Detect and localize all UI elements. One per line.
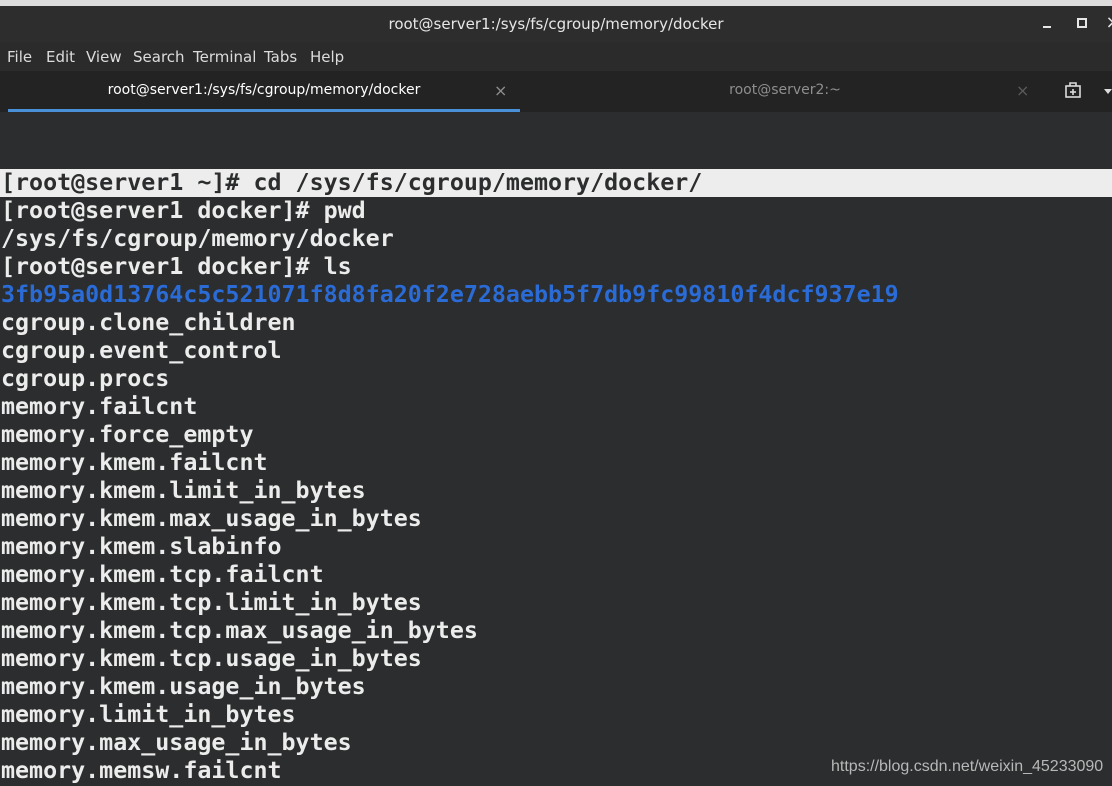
tab-bar: root@server1:/sys/fs/cgroup/memory/docke… (0, 71, 1112, 112)
title-bar[interactable]: root@server1:/sys/fs/cgroup/memory/docke… (0, 6, 1112, 42)
terminal-line: memory.kmem.tcp.failcnt (1, 561, 324, 588)
terminal-line: [root@server1 docker]# pwd (1, 197, 366, 224)
terminal-line: /sys/fs/cgroup/memory/docker (1, 225, 394, 252)
watermark: https://blog.csdn.net/weixin_45233090 (831, 758, 1104, 775)
terminal-line: memory.kmem.usage_in_bytes (1, 673, 366, 700)
terminal-output[interactable]: [root@server1 ~]# cd /sys/fs/cgroup/memo… (0, 169, 1112, 786)
terminal-line-directory: 3fb95a0d13764c5c521071f8d8fa20f2e728aebb… (1, 281, 899, 308)
terminal-line: cgroup.event_control (1, 337, 282, 364)
terminal-line: memory.limit_in_bytes (1, 701, 296, 728)
terminal-line: memory.kmem.limit_in_bytes (1, 477, 366, 504)
close-window-button[interactable]: × (1100, 10, 1112, 36)
menu-search[interactable]: Search (133, 48, 185, 66)
terminal-line: memory.kmem.tcp.max_usage_in_bytes (1, 617, 478, 644)
terminal-line: cgroup.clone_children (1, 309, 296, 336)
terminal-line: memory.failcnt (1, 393, 198, 420)
terminal-line: memory.memsw.failcnt (1, 757, 282, 784)
tab-label: root@server2:~ (729, 82, 841, 98)
window-title: root@server1:/sys/fs/cgroup/memory/docke… (388, 15, 724, 33)
terminal-padding (0, 112, 1112, 169)
menu-tabs[interactable]: Tabs (264, 48, 297, 66)
menu-terminal[interactable]: Terminal (193, 48, 256, 66)
tab-server2[interactable]: root@server2:~ × (520, 71, 1050, 112)
terminal-line: memory.kmem.failcnt (1, 449, 268, 476)
terminal-line: memory.max_usage_in_bytes (1, 729, 352, 756)
tab-close-button[interactable]: × (494, 81, 507, 100)
terminal-line: cgroup.procs (1, 365, 170, 392)
terminal-line: memory.kmem.max_usage_in_bytes (1, 505, 422, 532)
menu-help[interactable]: Help (310, 48, 344, 66)
maximize-button[interactable] (1068, 10, 1094, 36)
terminal-line: [root@server1 ~]# cd /sys/fs/cgroup/memo… (0, 169, 1112, 197)
new-tab-icon[interactable] (1063, 81, 1083, 101)
terminal-line: memory.force_empty (1, 421, 254, 448)
menu-file[interactable]: File (7, 48, 32, 66)
menu-view[interactable]: View (86, 48, 122, 66)
chevron-down-icon[interactable] (1104, 89, 1112, 94)
terminal-line: [root@server1 docker]# ls (1, 253, 352, 280)
tab-close-button[interactable]: × (1016, 81, 1029, 100)
terminal-line: memory.kmem.slabinfo (1, 533, 282, 560)
tab-label: root@server1:/sys/fs/cgroup/memory/docke… (107, 82, 421, 98)
terminal-line: memory.kmem.tcp.limit_in_bytes (1, 589, 422, 616)
tab-server1[interactable]: root@server1:/sys/fs/cgroup/memory/docke… (8, 71, 520, 112)
terminal-line: memory.kmem.tcp.usage_in_bytes (1, 645, 422, 672)
menu-bar: File Edit View Search Terminal Tabs Help (0, 42, 1112, 71)
minimize-button[interactable] (1034, 10, 1060, 36)
menu-edit[interactable]: Edit (46, 48, 75, 66)
